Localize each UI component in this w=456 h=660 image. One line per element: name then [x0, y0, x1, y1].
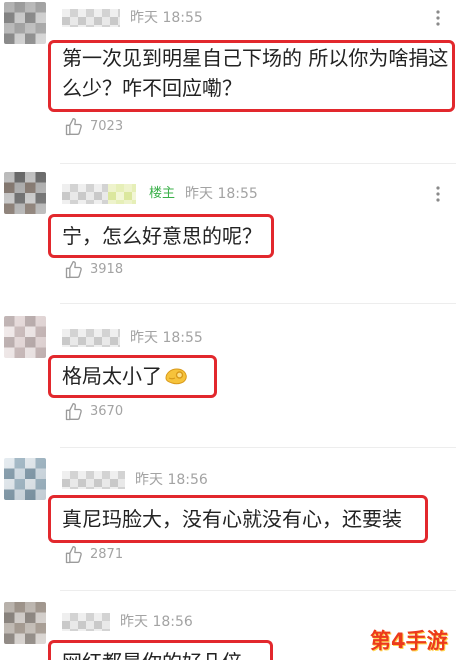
comment-item: 昨天 18:55 格局太小了 3670 — [0, 314, 456, 444]
comment-text-line: 格局太小了 — [62, 364, 162, 388]
avatar[interactable] — [4, 602, 46, 644]
comment-feed: 昨天 18:55 第一次见到明星自己下场的 所以你为啥捐这 么少？咋不回应嘞？ … — [0, 0, 456, 660]
comment-time: 昨天 18:55 — [130, 330, 203, 346]
username-redacted[interactable] — [62, 9, 120, 27]
username-redacted[interactable] — [62, 471, 125, 489]
comment-time: 昨天 18:55 — [130, 10, 203, 26]
comment-divider — [60, 447, 456, 448]
more-options-button[interactable] — [432, 184, 444, 204]
highlight-box: 网红都是你的好几倍 — [48, 640, 273, 660]
comment-time: 昨天 18:56 — [120, 614, 193, 630]
comment-text-line: 么少？咋不回应嘞？ — [62, 76, 242, 100]
comment-text-line: 网红都是你的好几倍 — [62, 643, 270, 660]
thumbs-up-icon — [65, 261, 82, 279]
comment-header: 楼主 昨天 18:55 — [62, 183, 258, 205]
like-count: 3918 — [90, 262, 124, 277]
comment-divider — [60, 163, 456, 164]
avatar[interactable] — [4, 316, 46, 358]
avatar[interactable] — [4, 458, 46, 500]
like-button[interactable]: 3670 — [64, 402, 123, 422]
comment-text-line: 宁，怎么好意思的呢？ — [62, 224, 262, 248]
username-redacted[interactable] — [62, 613, 110, 631]
like-count: 2871 — [90, 547, 124, 562]
comment-header: 昨天 18:55 — [62, 327, 203, 349]
like-count: 7023 — [90, 119, 124, 134]
comment-time: 昨天 18:56 — [135, 472, 208, 488]
watermark: 第4手游 — [370, 629, 448, 653]
more-options-button[interactable] — [432, 8, 444, 28]
like-button[interactable]: 2871 — [64, 545, 123, 565]
comment-item: 昨天 18:55 第一次见到明星自己下场的 所以你为啥捐这 么少？咋不回应嘞？ … — [0, 0, 456, 160]
comment-header: 昨天 18:55 — [62, 7, 203, 29]
op-badge: 楼主 — [149, 186, 176, 201]
thumbs-up-icon — [65, 403, 82, 421]
comment-header: 昨天 18:56 — [62, 469, 208, 491]
username-redacted[interactable] — [62, 184, 108, 204]
like-button[interactable]: 7023 — [64, 117, 123, 137]
more-icon — [436, 186, 440, 202]
highlight-box: 真尼玛脸大，没有心就没有心，还要装 — [48, 495, 428, 543]
comment-text-line: 第一次见到明星自己下场的 所以你为啥捐这 — [62, 46, 449, 70]
comment-divider — [60, 303, 456, 304]
highlight-box: 第一次见到明星自己下场的 所以你为啥捐这 么少？咋不回应嘞？ — [48, 40, 455, 112]
comment-header: 昨天 18:56 — [62, 611, 193, 633]
thumbs-up-icon — [65, 118, 82, 136]
comment-divider — [60, 590, 456, 591]
highlight-box: 格局太小了 — [48, 355, 217, 398]
comment-item: 楼主 昨天 18:55 宁，怎么好意思的呢？ 3918 — [0, 170, 456, 300]
more-icon — [436, 10, 440, 26]
username-redacted[interactable] — [108, 184, 136, 204]
username-redacted[interactable] — [62, 329, 120, 347]
comment-item: 昨天 18:56 真尼玛脸大，没有心就没有心，还要装 2871 — [0, 456, 456, 588]
avatar[interactable] — [4, 2, 46, 44]
comment-text-row: 格局太小了 — [62, 358, 214, 395]
comment-text-line: 真尼玛脸大，没有心就没有心，还要装 — [62, 507, 402, 531]
thumbs-up-icon — [65, 546, 82, 564]
avatar[interactable] — [4, 172, 46, 214]
like-button[interactable]: 3918 — [64, 260, 123, 280]
ok-hand-emoji — [163, 366, 189, 388]
highlight-box: 宁，怎么好意思的呢？ — [48, 214, 274, 258]
like-count: 3670 — [90, 404, 124, 419]
comment-time: 昨天 18:55 — [185, 186, 258, 202]
